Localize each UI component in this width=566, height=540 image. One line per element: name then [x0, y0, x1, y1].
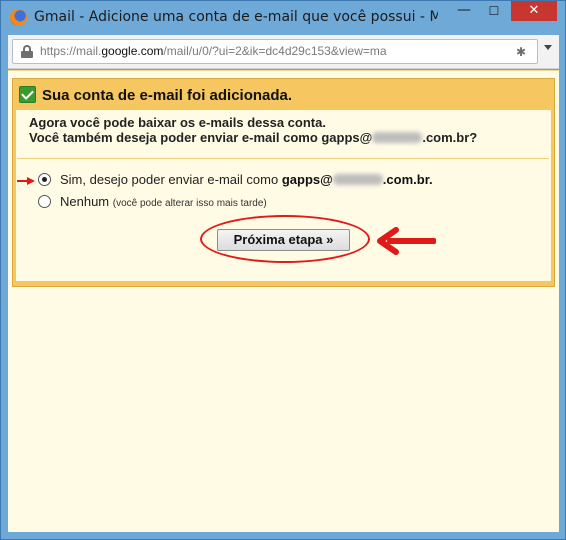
- option-yes-text: Sim, desejo poder enviar e-mail como: [60, 172, 282, 187]
- address-bar-area: https://mail.google.com/mail/u/0/?ui=2&i…: [8, 35, 559, 69]
- page-content: Sua conta de e-mail foi adicionada. Agor…: [8, 70, 559, 532]
- red-arrow-annotation-large: [377, 227, 436, 255]
- lock-icon[interactable]: [21, 45, 33, 58]
- option-yes-bold-prefix: gapps@: [281, 172, 333, 187]
- panel-header: Sua conta de e-mail foi adicionada.: [13, 79, 554, 110]
- redacted-domain: [372, 132, 423, 143]
- next-step-button[interactable]: Próxima etapa »: [217, 229, 350, 251]
- firefox-icon: [10, 9, 27, 26]
- info-line-download: Agora você pode baixar os e-mails dessa …: [29, 115, 326, 130]
- close-button[interactable]: ✕: [511, 1, 557, 21]
- option-none-row[interactable]: Nenhum (você pode alterar isso mais tard…: [38, 194, 518, 210]
- url-field[interactable]: https://mail.google.com/mail/u/0/?ui=2&i…: [12, 39, 538, 64]
- url-host: google.com: [101, 44, 164, 58]
- option-none-label[interactable]: Nenhum (você pode alterar isso mais tard…: [60, 194, 267, 209]
- radio-none[interactable]: [38, 195, 51, 208]
- question-suffix: .com.br?: [422, 130, 478, 145]
- option-yes-bold-suffix: .com.br.: [382, 172, 433, 187]
- window-title: Gmail - Adicione uma conta de e-mail que…: [34, 9, 438, 25]
- chevron-down-icon[interactable]: [544, 45, 552, 50]
- option-yes-label[interactable]: Sim, desejo poder enviar e-mail como gap…: [60, 172, 433, 187]
- option-none-text: Nenhum: [60, 194, 110, 209]
- maximize-button[interactable]: ☐: [481, 2, 507, 22]
- info-line-send-question: Você também deseja poder enviar e-mail c…: [29, 130, 549, 145]
- redacted-domain: [332, 174, 383, 185]
- lock-body: [21, 51, 33, 58]
- panel-title: Sua conta de e-mail foi adicionada.: [42, 87, 293, 104]
- panel-body: Agora você pode baixar os e-mails dessa …: [16, 110, 551, 281]
- question-prefix: Você também deseja poder enviar e-mail c…: [29, 130, 373, 145]
- title-bar[interactable]: Gmail - Adicione uma conta de e-mail que…: [1, 1, 565, 35]
- success-panel: Sua conta de e-mail foi adicionada. Agor…: [12, 78, 555, 287]
- option-none-note: (você pode alterar isso mais tarde): [112, 198, 267, 209]
- url-suffix: /mail/u/0/?ui=2&ik=dc4d29c153&view=ma: [163, 44, 387, 58]
- url-text[interactable]: https://mail.google.com/mail/u/0/?ui=2&i…: [40, 44, 480, 58]
- checkmark-icon: [19, 86, 36, 103]
- minimize-button[interactable]: —: [451, 1, 477, 21]
- settings-icon[interactable]: ✱: [513, 45, 529, 59]
- browser-window: Gmail - Adicione uma conta de e-mail que…: [0, 0, 566, 540]
- radio-yes[interactable]: [38, 173, 51, 186]
- url-prefix: https://mail.: [40, 44, 102, 58]
- option-yes-row[interactable]: Sim, desejo poder enviar e-mail como gap…: [38, 172, 518, 188]
- divider: [17, 158, 549, 159]
- red-arrow-annotation-small: [17, 177, 35, 185]
